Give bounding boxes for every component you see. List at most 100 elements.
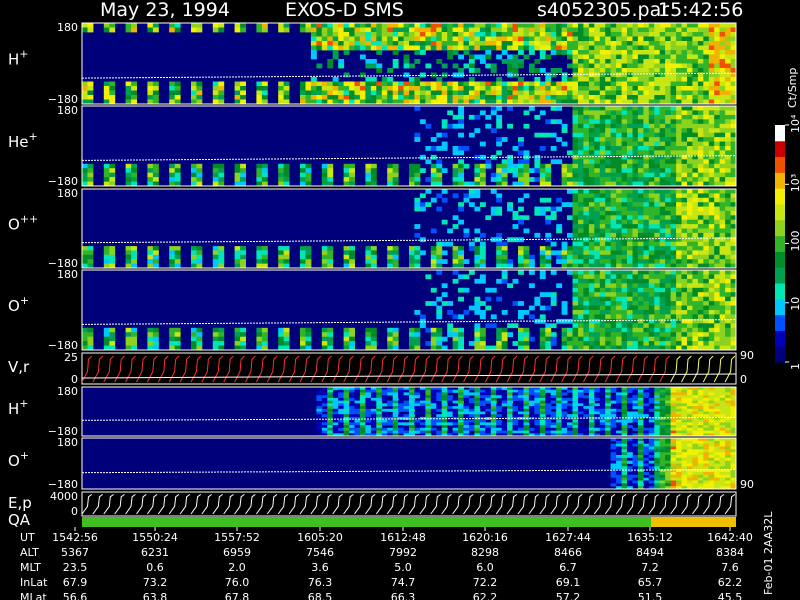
ephemeris-cell: 7.6	[721, 561, 739, 574]
ephemeris-cell: 1557:52	[214, 531, 260, 544]
panel-label-7: E,p	[8, 494, 32, 512]
ephemeris-cell: 1605:20	[297, 531, 343, 544]
ephemeris-cell: 67.9	[63, 576, 88, 589]
ephemeris-cell: 6.0	[476, 561, 494, 574]
panel-label-8: QA	[8, 511, 31, 529]
ephemeris-cell: 5.0	[394, 561, 412, 574]
ephemeris-cell: 76.3	[308, 576, 333, 589]
ephemeris-cell: 23.5	[63, 561, 88, 574]
colorbar-swatch-14	[775, 125, 785, 142]
panel-label-4: V,r	[8, 358, 30, 376]
colorbar-unit: Ct/Smp	[786, 68, 799, 108]
colorbar-tick-3: 10³	[789, 174, 800, 192]
ephemeris-cell: 1550:24	[132, 531, 178, 544]
y-right-top-4: 90	[740, 349, 754, 362]
ephemeris-table: UT ALT MLT InLat MLat 1542:56 5367 23.5 67.9 56.6…	[20, 527, 753, 600]
panel-label-sup-3: +	[20, 294, 29, 307]
header-instrument: EXOS-D SMS	[285, 0, 404, 21]
spectrogram-panel-6	[81, 437, 737, 490]
colorbar-swatch-8	[775, 219, 785, 237]
colorbar-swatch-12	[775, 156, 785, 173]
panels-layer	[81, 22, 737, 527]
panel-label-5: H+	[8, 397, 29, 418]
colorbar-swatch-4	[775, 283, 785, 300]
panel-label-sup-6: +	[20, 449, 29, 462]
ephemeris-cell: 6.7	[559, 561, 577, 574]
colorbar-swatch-9	[775, 204, 785, 221]
colorbar-swatch-6	[775, 251, 785, 268]
colorbar-swatch-10	[775, 188, 785, 205]
panel-label-0: H+	[8, 48, 29, 69]
y-top-label-4: 25	[64, 351, 78, 364]
lineplot-panel-4	[81, 352, 737, 385]
colorbar-swatch-3	[775, 298, 785, 316]
colorbar-swatch-0	[775, 346, 785, 363]
ephemeris-cell: 62.2	[473, 591, 498, 600]
ephemeris-cell: 1542:56	[52, 531, 98, 544]
ephemeris-row-label: MLat	[20, 591, 47, 600]
y-top-label-0: 180	[57, 21, 78, 34]
ephemeris-cell: 1612:48	[380, 531, 426, 544]
ephemeris-cell: 72.2	[473, 576, 498, 589]
colorbar-tick-1: 10	[789, 297, 800, 311]
ephemeris-cell: 1642:40	[707, 531, 753, 544]
ephemeris-cell: 73.2	[143, 576, 168, 589]
spectrogram-display: May 23, 1994 EXOS-D SMS s4052305.par 15:…	[0, 0, 800, 600]
panel-label-6: O+	[8, 449, 29, 470]
ephemeris-cell: 62.2	[718, 576, 743, 589]
ephemeris-cell: 1635:12	[627, 531, 673, 544]
header-time: 15:42:56	[658, 0, 743, 21]
ephemeris-cell: 74.7	[391, 576, 416, 589]
ephemeris-cell: 1620:16	[462, 531, 508, 544]
ephemeris-cell: 8298	[471, 546, 499, 559]
ephemeris-cell: 63.8	[143, 591, 168, 600]
ephemeris-cell: 2.0	[228, 561, 246, 574]
ephemeris-cell: 51.5	[638, 591, 663, 600]
ephemeris-cell: 0.6	[146, 561, 164, 574]
ephemeris-row-label: MLT	[20, 561, 41, 574]
ephemeris-cell: 3.6	[311, 561, 329, 574]
panel-label-1: He+	[8, 130, 38, 151]
ephemeris-cell: 8466	[554, 546, 582, 559]
ephemeris-row-label: InLat	[20, 576, 48, 589]
panel-label-3: O+	[8, 294, 29, 315]
y-top-label-3: 180	[57, 268, 78, 281]
ephemeris-cell: 6959	[223, 546, 251, 559]
y-top-label-5: 180	[57, 385, 78, 398]
y-right-bot-4: 0	[740, 373, 747, 386]
colorbar-tick-2: 100	[789, 231, 800, 252]
lineplot-panel-7	[81, 491, 737, 517]
ephemeris-cell: 56.6	[63, 591, 88, 600]
panel-label-sup-2: ++	[20, 213, 38, 226]
colorbar-swatch-5	[775, 267, 785, 284]
plot-canvas: May 23, 1994 EXOS-D SMS s4052305.par 15:…	[8, 0, 800, 600]
y-top-label-1: 180	[57, 104, 78, 117]
qa-bar	[82, 517, 736, 527]
ephemeris-cell: 6231	[141, 546, 169, 559]
header-date: May 23, 1994	[100, 0, 230, 21]
footer-version: Feb-01 2AA32L	[762, 511, 775, 595]
panel-label-sup-5: +	[19, 397, 28, 410]
y-bot-label-7: 0	[71, 505, 78, 518]
ephemeris-cell: 5367	[61, 546, 89, 559]
ephemeris-cell: 57.2	[556, 591, 581, 600]
colorbar: 1 10 100 10³ 10⁴	[775, 114, 800, 370]
ephemeris-cell: 7546	[306, 546, 334, 559]
ephemeris-cell: 76.0	[225, 576, 250, 589]
ephemeris-cell: 45.5	[718, 591, 743, 600]
colorbar-tick-0: 1	[789, 363, 800, 370]
ephemeris-cell: 68.5	[308, 591, 333, 600]
ephemeris-cell: 8384	[716, 546, 744, 559]
panel-label-2: O++	[8, 213, 38, 234]
ephemeris-cell: 66.3	[391, 591, 416, 600]
ephemeris-cell: 1627:44	[545, 531, 591, 544]
ephemeris-cell: 67.8	[225, 591, 250, 600]
ephemeris-cell: 7.2	[641, 561, 659, 574]
ephemeris-cell: 8494	[636, 546, 664, 559]
spectrogram-panel-1	[81, 105, 737, 187]
panel-label-sup-1: +	[29, 130, 38, 143]
ephemeris-row-label: ALT	[20, 546, 39, 559]
colorbar-swatch-2	[775, 314, 785, 331]
y-right-bot-6: 90	[740, 478, 754, 491]
y-top-label-2: 180	[57, 187, 78, 200]
